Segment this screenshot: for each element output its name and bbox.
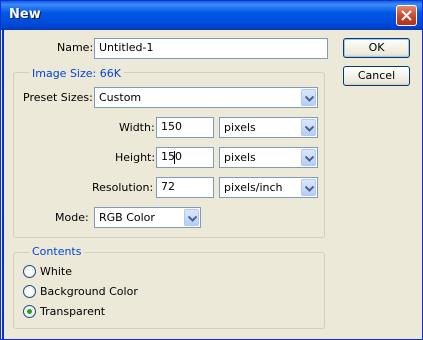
mode-select[interactable]: RGB Color — [94, 207, 201, 228]
chevron-down-icon[interactable] — [301, 149, 316, 166]
height-label: Height: — [115, 151, 156, 164]
close-button[interactable] — [396, 5, 417, 26]
chevron-down-icon[interactable] — [301, 179, 316, 196]
name-input[interactable]: Untitled-1 — [94, 38, 328, 59]
resolution-unit-select[interactable]: pixels/inch — [219, 177, 318, 198]
radio-background-color-label: Background Color — [40, 285, 138, 298]
preset-sizes-label: Preset Sizes: — [23, 91, 93, 104]
text-cursor — [174, 151, 175, 164]
height-unit-value: pixels — [224, 151, 256, 164]
radio-white-label: White — [40, 265, 72, 278]
height-input[interactable]: 150 — [156, 147, 214, 168]
preset-sizes-select[interactable]: Custom — [94, 87, 318, 108]
close-x-icon — [401, 10, 412, 21]
image-size-legend: Image Size: 66K — [29, 67, 124, 80]
chevron-down-icon[interactable] — [184, 209, 199, 226]
radio-option-white[interactable]: White — [23, 264, 143, 279]
height-value: 150 — [161, 150, 182, 163]
chevron-down-icon[interactable] — [301, 89, 316, 106]
new-document-dialog: New Name: Untitled-1 OK Cancel Image Siz… — [0, 0, 423, 340]
resolution-input[interactable]: 72 — [156, 177, 214, 198]
width-input[interactable]: 150 — [156, 117, 214, 138]
window-title: New — [9, 7, 41, 22]
resolution-unit-value: pixels/inch — [224, 181, 283, 194]
ok-button[interactable]: OK — [343, 38, 410, 58]
preset-sizes-value: Custom — [99, 91, 142, 104]
radio-white[interactable] — [23, 265, 36, 278]
mode-label: Mode: — [55, 211, 89, 224]
name-label: Name: — [57, 41, 94, 54]
radio-selected-dot — [27, 309, 32, 314]
resolution-label: Resolution: — [92, 181, 154, 194]
cancel-button[interactable]: Cancel — [343, 66, 410, 86]
chevron-down-icon[interactable] — [301, 119, 316, 136]
contents-legend: Contents — [29, 245, 85, 258]
height-unit-select[interactable]: pixels — [219, 147, 318, 168]
mode-value: RGB Color — [99, 211, 155, 224]
radio-option-background-color[interactable]: Background Color — [23, 284, 163, 299]
radio-background-color[interactable] — [23, 285, 36, 298]
radio-option-transparent[interactable]: Transparent — [23, 304, 143, 319]
radio-transparent-label: Transparent — [40, 305, 106, 318]
radio-transparent[interactable] — [23, 305, 36, 318]
width-unit-value: pixels — [224, 121, 256, 134]
width-label: Width: — [119, 121, 155, 134]
width-unit-select[interactable]: pixels — [219, 117, 318, 138]
title-bar[interactable]: New — [1, 1, 422, 30]
dialog-body: Name: Untitled-1 OK Cancel Image Size: 6… — [2, 30, 423, 339]
